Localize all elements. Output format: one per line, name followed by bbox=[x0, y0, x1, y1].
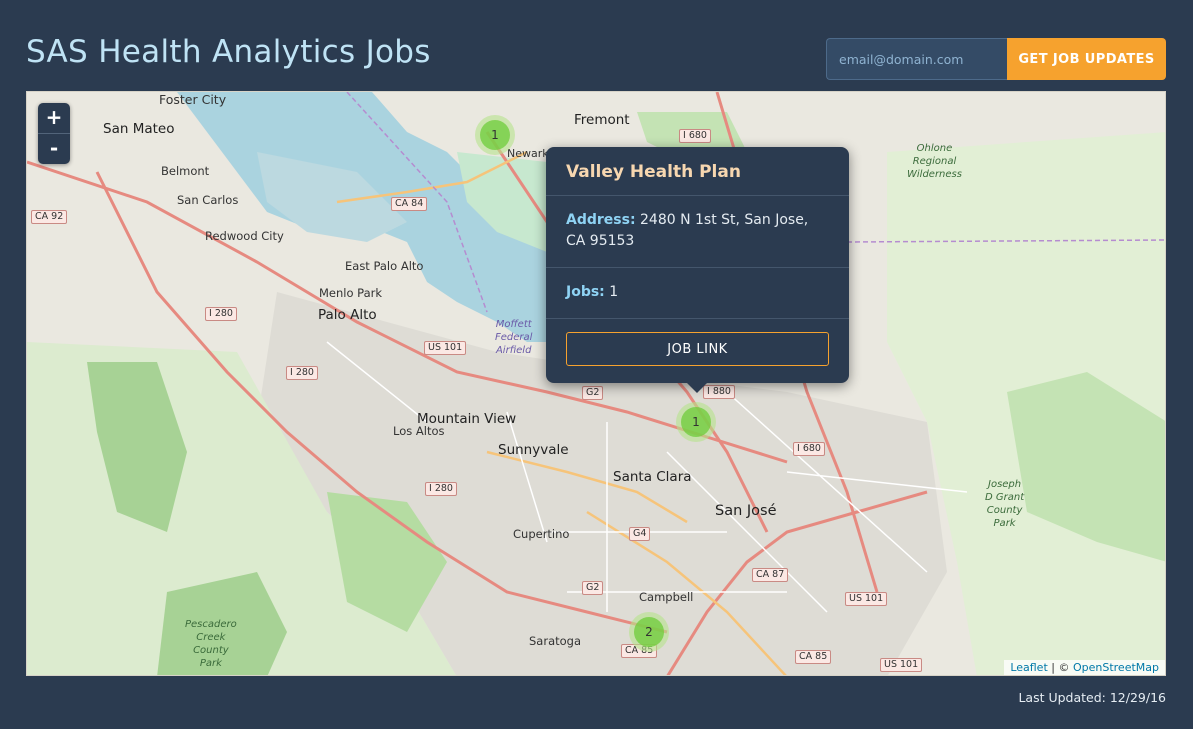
highway-shield: I 880 bbox=[703, 385, 735, 399]
place-label: Moffett Federal Airfield bbox=[495, 319, 533, 356]
place-label: Foster City bbox=[159, 92, 227, 107]
place-label: Belmont bbox=[161, 164, 210, 178]
highway-shield: CA 85 bbox=[795, 650, 832, 664]
highway-shield: CA 87 bbox=[752, 568, 789, 582]
highway-shield: I 680 bbox=[679, 129, 711, 143]
page-title: SAS Health Analytics Jobs bbox=[26, 34, 431, 70]
cluster-count: 1 bbox=[681, 407, 711, 437]
place-label: San José bbox=[715, 503, 777, 519]
popup-jobs-row: Jobs: 1 bbox=[546, 268, 849, 319]
get-job-updates-button[interactable]: GET JOB UPDATES bbox=[1007, 38, 1166, 80]
leaflet-link[interactable]: Leaflet bbox=[1010, 661, 1047, 674]
highway-shield: G2 bbox=[582, 386, 604, 400]
highway-shield: G4 bbox=[629, 527, 651, 541]
place-label: Ohlone Regional Wilderness bbox=[907, 143, 962, 180]
job-link-button[interactable]: JOB LINK bbox=[566, 332, 829, 366]
place-label: Cupertino bbox=[513, 527, 570, 541]
highway-shield: G2 bbox=[582, 581, 604, 595]
highway-shield: US 101 bbox=[424, 341, 467, 355]
address-label: Address: bbox=[566, 212, 636, 228]
jobs-value: 1 bbox=[609, 284, 619, 300]
place-label: Joseph D Grant County Park bbox=[985, 479, 1025, 529]
map-cluster-marker[interactable]: 2 bbox=[629, 612, 669, 652]
map-cluster-marker[interactable]: 1 bbox=[676, 402, 716, 442]
highway-shield: I 280 bbox=[205, 307, 237, 321]
last-updated: Last Updated: 12/29/16 bbox=[1018, 690, 1166, 705]
zoom-control: + - bbox=[38, 103, 70, 164]
cluster-count: 1 bbox=[480, 120, 510, 150]
highway-shield: I 680 bbox=[793, 442, 825, 456]
place-label: Pescadero Creek County Park bbox=[185, 619, 237, 669]
place-label: San Mateo bbox=[103, 121, 175, 137]
place-label: Santa Clara bbox=[613, 469, 692, 485]
place-label: Sunnyvale bbox=[498, 442, 569, 458]
place-label: Menlo Park bbox=[319, 286, 383, 300]
place-label: East Palo Alto bbox=[345, 259, 424, 273]
jobs-label: Jobs: bbox=[566, 284, 605, 300]
map[interactable]: Foster City San Mateo Fremont Newark Bel… bbox=[26, 91, 1166, 676]
highway-shield: CA 84 bbox=[391, 197, 428, 211]
highway-shield: CA 92 bbox=[31, 210, 68, 224]
highway-shield: I 280 bbox=[425, 482, 457, 496]
email-input[interactable] bbox=[826, 38, 1007, 80]
place-label: Saratoga bbox=[529, 634, 582, 648]
zoom-out-button[interactable]: - bbox=[38, 133, 70, 164]
place-label: Newark bbox=[507, 147, 549, 160]
place-label: Campbell bbox=[639, 590, 694, 604]
map-cluster-marker[interactable]: 1 bbox=[475, 115, 515, 155]
place-label: San Carlos bbox=[177, 193, 239, 207]
highway-shield: I 280 bbox=[286, 366, 318, 380]
place-label: Redwood City bbox=[205, 229, 284, 243]
popup-title: Valley Health Plan bbox=[546, 147, 849, 196]
attribution-separator: | © bbox=[1047, 661, 1073, 674]
highway-shield: US 101 bbox=[880, 658, 923, 672]
place-label: Fremont bbox=[574, 112, 630, 128]
map-attribution: Leaflet | © OpenStreetMap bbox=[1004, 660, 1165, 675]
subscribe-form: GET JOB UPDATES bbox=[826, 38, 1166, 80]
highway-shield: US 101 bbox=[845, 592, 888, 606]
popup-address-row: Address: 2480 N 1st St, San Jose, CA 951… bbox=[546, 196, 849, 268]
zoom-in-button[interactable]: + bbox=[38, 103, 70, 133]
openstreetmap-link[interactable]: OpenStreetMap bbox=[1073, 661, 1159, 674]
place-label: Los Altos bbox=[393, 424, 445, 438]
place-label: Palo Alto bbox=[318, 307, 377, 323]
cluster-count: 2 bbox=[634, 617, 664, 647]
location-popup: Valley Health Plan Address: 2480 N 1st S… bbox=[546, 147, 849, 393]
